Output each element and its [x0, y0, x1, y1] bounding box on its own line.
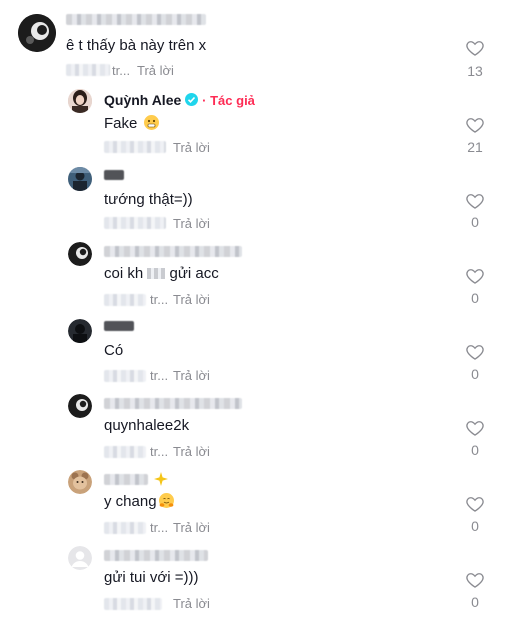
heart-outline-icon[interactable]	[465, 570, 485, 590]
timestamp-redacted	[104, 217, 166, 229]
timestamp-redacted	[104, 370, 146, 382]
comment-1: ê t thấy bà này trên x tr... Trả lời 13	[0, 0, 505, 85]
heart-outline-icon[interactable]	[465, 38, 485, 58]
reply-button[interactable]: Trả lời	[173, 596, 210, 611]
avatar[interactable]	[18, 14, 56, 52]
reply-button[interactable]: Trả lời	[173, 140, 210, 155]
comment-text-part-1: coi kh	[104, 265, 144, 282]
reply-button[interactable]: Trả lời	[137, 63, 174, 78]
comment-text: tướng thật=))	[104, 191, 193, 208]
comment-5: Có tr... Trả lời 0	[0, 313, 505, 389]
avatar[interactable]	[68, 319, 92, 343]
timestamp-redacted	[104, 294, 146, 306]
reply-button[interactable]: Trả lời	[173, 520, 210, 535]
comment-text: Có	[104, 342, 124, 359]
avatar-image	[68, 394, 92, 418]
timestamp-suffix: tr...	[150, 368, 169, 383]
avatar[interactable]	[68, 394, 92, 418]
heart-outline-icon[interactable]	[465, 191, 485, 211]
author-name-text: Quỳnh Alee	[104, 92, 182, 108]
timestamp-suffix: tr...	[150, 444, 169, 459]
avatar[interactable]	[68, 89, 92, 113]
username-redacted[interactable]	[104, 170, 124, 180]
redacted-word	[147, 268, 166, 279]
author-tag: · Tác giả	[202, 93, 255, 108]
comment-text-wrap: y chang	[104, 493, 174, 510]
reply-button[interactable]: Trả lời	[173, 216, 210, 231]
timestamp-redacted	[66, 64, 110, 76]
avatar-image	[68, 546, 92, 570]
comment-text: Fake	[104, 115, 138, 132]
like-count: 0	[471, 290, 479, 306]
heart-outline-icon[interactable]	[465, 115, 485, 135]
avatar-image	[68, 167, 92, 191]
comment-text-wrap: coi kh gửi acc	[104, 265, 219, 282]
heart-outline-icon[interactable]	[465, 266, 485, 286]
reply-button[interactable]: Trả lời	[173, 292, 210, 307]
like-count: 0	[471, 214, 479, 230]
comment-text: ê t thấy bà này trên x	[66, 37, 207, 54]
like-count: 0	[471, 594, 479, 610]
hugging-face-emoji	[158, 493, 174, 508]
heart-outline-icon[interactable]	[465, 342, 485, 362]
avatar[interactable]	[68, 242, 92, 266]
sparkle-emoji	[154, 472, 168, 486]
comment-4: coi kh gửi acc tr... Trả lời 0	[0, 237, 505, 313]
comment-text-part-2: gửi acc	[169, 265, 219, 282]
avatar-image	[18, 14, 56, 52]
avatar-image	[68, 89, 92, 113]
timestamp-redacted	[104, 598, 162, 610]
timestamp-suffix: tr...	[150, 292, 169, 307]
comment-8: gửi tui với =))) Trả lời 0	[0, 541, 505, 624]
timestamp-suffix: tr...	[150, 520, 169, 535]
heart-outline-icon[interactable]	[465, 494, 485, 514]
username-redacted[interactable]	[104, 246, 242, 257]
timestamp-redacted	[104, 141, 166, 153]
like-count: 0	[471, 442, 479, 458]
avatar[interactable]	[68, 546, 92, 570]
reply-button[interactable]: Trả lời	[173, 368, 210, 383]
like-count: 21	[467, 139, 483, 155]
avatar-image	[68, 470, 92, 494]
comment-text-wrap: Fake	[104, 115, 159, 132]
grimacing-face-emoji	[143, 115, 159, 130]
like-count: 0	[471, 366, 479, 382]
username-redacted[interactable]	[104, 550, 208, 561]
username-redacted[interactable]	[66, 14, 206, 25]
comment-7: y chang tr... Trả lời 0	[0, 465, 505, 541]
avatar[interactable]	[68, 470, 92, 494]
like-count: 13	[467, 63, 483, 79]
timestamp-suffix: tr...	[112, 63, 131, 78]
username-redacted[interactable]	[104, 321, 134, 331]
comment-text: quynhalee2k	[104, 417, 190, 434]
username-redacted[interactable]	[104, 474, 148, 485]
timestamp-redacted	[104, 522, 146, 534]
avatar-image	[68, 242, 92, 266]
avatar[interactable]	[68, 167, 92, 191]
comment-text: y chang	[104, 493, 157, 510]
heart-outline-icon[interactable]	[465, 418, 485, 438]
like-count: 0	[471, 518, 479, 534]
comment-text: gửi tui với =)))	[104, 569, 199, 586]
comment-3: tướng thật=)) Trả lời 0	[0, 161, 505, 237]
author-name[interactable]: Quỳnh Alee · Tác giả	[104, 92, 255, 108]
reply-button[interactable]: Trả lời	[173, 444, 210, 459]
avatar-image	[68, 319, 92, 343]
comment-6: quynhalee2k tr... Trả lời 0	[0, 389, 505, 465]
timestamp-redacted	[104, 446, 146, 458]
username-redacted[interactable]	[104, 398, 242, 409]
verified-badge-icon	[185, 93, 199, 106]
comment-2: Quỳnh Alee · Tác giả Fake Trả lời 21	[0, 85, 505, 161]
